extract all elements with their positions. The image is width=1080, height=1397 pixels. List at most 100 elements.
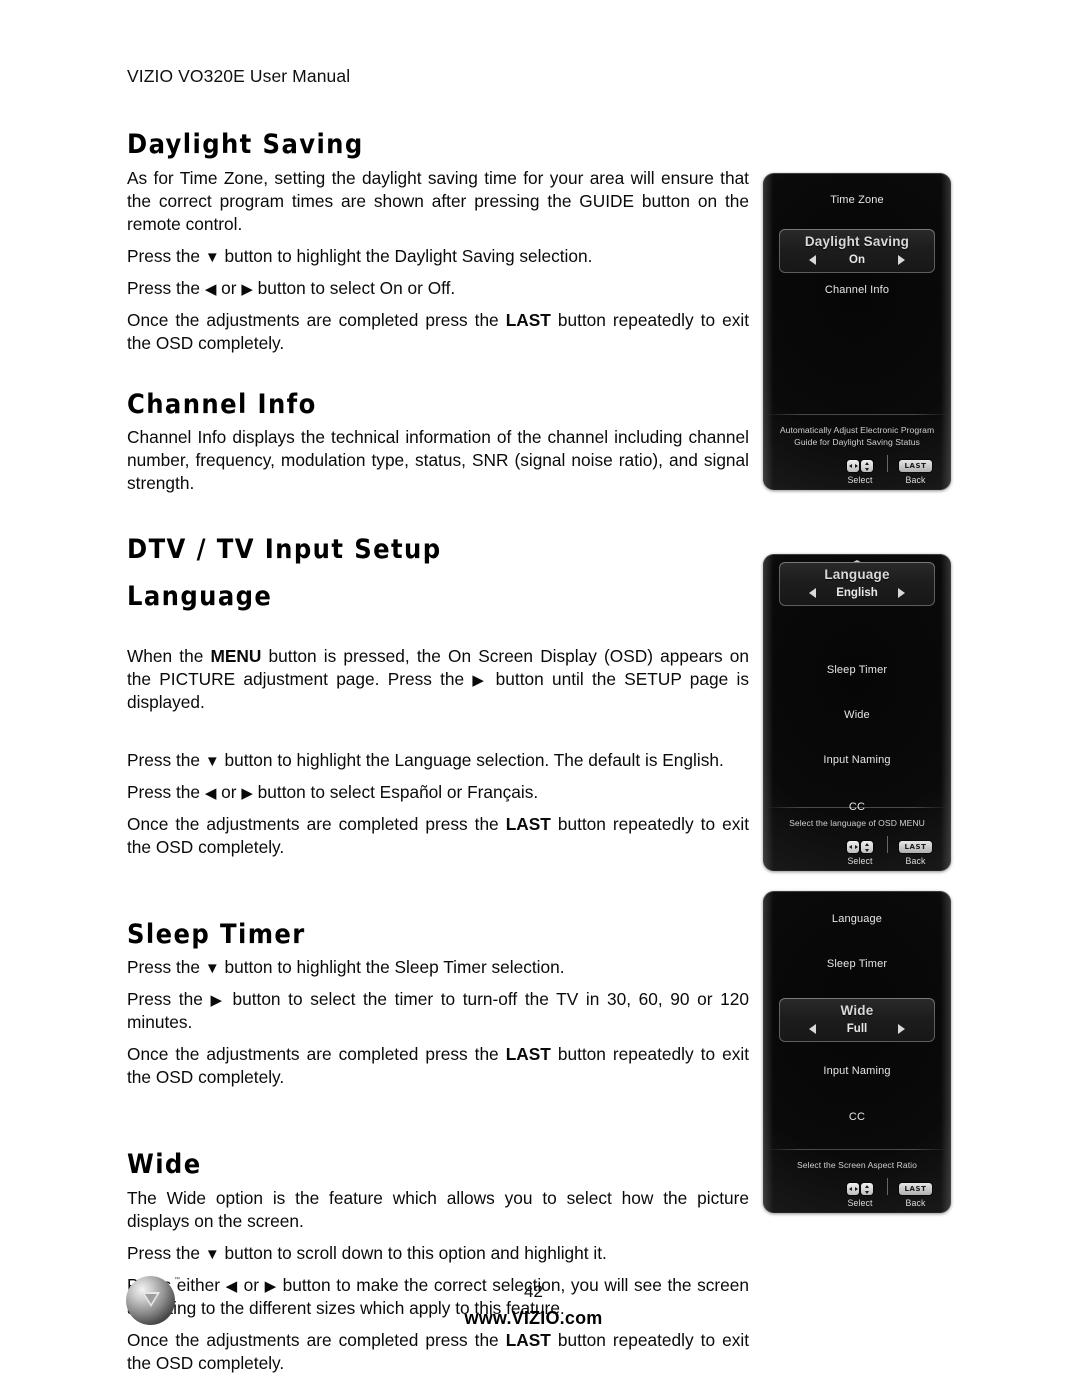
heading-sleep-timer: Sleep Timer	[127, 918, 306, 950]
up-down-key-icon[interactable]	[861, 841, 873, 853]
text-run: button to select On or Off.	[252, 277, 456, 298]
osd-footer: Select LAST Back	[763, 1171, 951, 1213]
osd-item-selected[interactable]: Daylight Saving On	[779, 229, 935, 273]
select-control[interactable]: Select	[847, 460, 873, 485]
text-run: Press the	[127, 277, 205, 298]
paragraph-sleep-exit: Once the adjustments are completed press…	[127, 1043, 749, 1089]
back-control[interactable]: LAST Back	[899, 460, 932, 485]
osd-item-label: Language	[831, 913, 883, 925]
osd-item-label: Input Naming	[823, 1065, 891, 1077]
page-number: 42	[524, 1282, 543, 1301]
text-run: button to highlight the Daylight Saving …	[219, 245, 593, 266]
osd-hint-text: Select the Screen Aspect Ratio	[763, 1150, 951, 1171]
left-right-key-icon[interactable]	[847, 841, 859, 853]
left-arrow-icon: ◀	[204, 280, 217, 298]
footer-separator	[887, 1178, 888, 1195]
osd-item-label: Input Naming	[823, 754, 891, 766]
keyword-last: LAST	[505, 309, 551, 330]
osd-item[interactable]: Language	[763, 914, 951, 925]
keyword-last: LAST	[505, 813, 551, 834]
right-arrow-icon[interactable]	[898, 254, 905, 265]
select-label: Select	[847, 1198, 873, 1208]
up-down-key-icon[interactable]	[861, 460, 873, 472]
osd-hint-line: Select the Screen Aspect Ratio	[797, 1159, 917, 1170]
text-run: Press the	[127, 245, 205, 266]
left-arrow-icon: ◀	[204, 784, 217, 802]
osd-item-label: Daylight Saving	[804, 234, 910, 249]
select-label: Select	[847, 475, 873, 485]
osd-panel-wide-osd: Language Sleep Timer Wide Full Input Naming C…	[763, 891, 951, 1213]
osd-item-value: Full	[846, 1022, 868, 1035]
manual-page: VIZIO VO320E User Manual Daylight Saving…	[0, 0, 1080, 1397]
back-label: Back	[905, 475, 926, 485]
osd-hint-text: Select the language of OSD MENU	[763, 808, 951, 829]
text-run: Press the	[127, 1243, 205, 1264]
osd-value-row: English	[779, 586, 935, 600]
left-right-key-icon[interactable]	[847, 1183, 859, 1195]
osd-item[interactable]: CC	[763, 1112, 951, 1123]
back-control[interactable]: LAST Back	[899, 841, 932, 866]
back-label: Back	[905, 856, 926, 866]
osd-item[interactable]: Channel Info	[763, 285, 951, 296]
select-control[interactable]: Select	[847, 841, 873, 866]
text-run: As for Time Zone, setting the daylight s…	[127, 167, 749, 234]
text-run: button to select Español or Français.	[252, 781, 539, 802]
paragraph-sleep-step2: Press the ▶ button to select the timer t…	[127, 988, 749, 1034]
text-column: Daylight Saving As for Time Zone, settin…	[127, 130, 749, 1375]
left-right-key-icon[interactable]	[847, 460, 859, 472]
footer-separator	[887, 836, 888, 853]
paragraph-daylight-step1: Press the ▼ button to highlight the Dayl…	[127, 245, 749, 268]
osd-item-label: CC	[848, 1111, 866, 1123]
footer-url: www.VIZIO.com	[464, 1308, 603, 1328]
osd-hint-line: Select the language of OSD MENU	[789, 817, 925, 828]
osd-item[interactable]: Wide	[763, 710, 951, 721]
paragraph-language-exit: Once the adjustments are completed press…	[127, 813, 749, 859]
osd-item[interactable]: Sleep Timer	[763, 959, 951, 970]
osd-panel-daylight-saving-osd: Time Zone Daylight Saving On Channel Info Au…	[763, 173, 951, 490]
last-key-icon[interactable]: LAST	[899, 1183, 932, 1195]
paragraph-daylight-step2: Press the ◀ or ▶ button to select On or …	[127, 277, 749, 300]
osd-hint-line: Automatically Adjust Electronic Program	[779, 425, 935, 436]
last-key-icon[interactable]: LAST	[899, 841, 932, 853]
select-keycaps	[847, 1183, 873, 1195]
osd-item[interactable]: Time Zone	[763, 195, 951, 206]
up-down-key-icon[interactable]	[861, 1183, 873, 1195]
right-arrow-icon[interactable]	[898, 1023, 905, 1034]
osd-item-selected[interactable]: Language English	[779, 562, 935, 606]
text-run: button to scroll down to this option and…	[219, 1243, 607, 1264]
page-number-wrap: 42	[0, 1282, 1080, 1302]
select-keycaps	[847, 460, 873, 472]
text-run: button to highlight the Sleep Timer sele…	[219, 957, 565, 978]
running-header: VIZIO VO320E User Manual	[127, 66, 351, 86]
osd-item-label: Wide	[844, 709, 870, 721]
select-label: Select	[847, 856, 873, 866]
paragraph-daylight-exit: Once the adjustments are completed press…	[127, 309, 749, 355]
osd-item[interactable]: Input Naming	[763, 755, 951, 766]
osd-item[interactable]: Input Naming	[763, 1066, 951, 1077]
back-control[interactable]: LAST Back	[899, 1183, 932, 1208]
osd-item-selected[interactable]: Wide Full	[779, 998, 935, 1042]
osd-item-label: Sleep Timer	[826, 664, 888, 676]
osd-value-row: Full	[779, 1022, 935, 1036]
osd-item[interactable]: Sleep Timer	[763, 665, 951, 676]
text-run: Once the adjustments are completed press…	[127, 1044, 506, 1065]
osd-panel-language-osd: Language English Sleep Timer Wide Input Nami…	[763, 554, 951, 871]
last-key-icon[interactable]: LAST	[899, 460, 932, 472]
osd-bottom-area: Select the Screen Aspect Ratio Select LAST…	[763, 1148, 951, 1213]
text-run: Once the adjustments are completed press…	[127, 1330, 506, 1351]
right-arrow-icon[interactable]	[898, 587, 905, 598]
heading-dtv-tv-input-setup: DTV / TV Input Setup	[127, 534, 442, 566]
down-arrow-icon: ▼	[204, 752, 220, 770]
heading-wide: Wide	[127, 1149, 202, 1181]
text-run: or	[216, 277, 242, 298]
right-arrow-icon: ▶	[472, 671, 488, 689]
heading-language: Language	[127, 581, 273, 613]
text-run: Press the	[127, 749, 205, 770]
footer-url-wrap: www.VIZIO.com	[0, 1308, 1080, 1329]
osd-item-label: Language	[824, 567, 890, 582]
select-control[interactable]: Select	[847, 1183, 873, 1208]
right-arrow-icon: ▶	[210, 992, 225, 1010]
right-arrow-icon: ▶	[241, 280, 253, 298]
